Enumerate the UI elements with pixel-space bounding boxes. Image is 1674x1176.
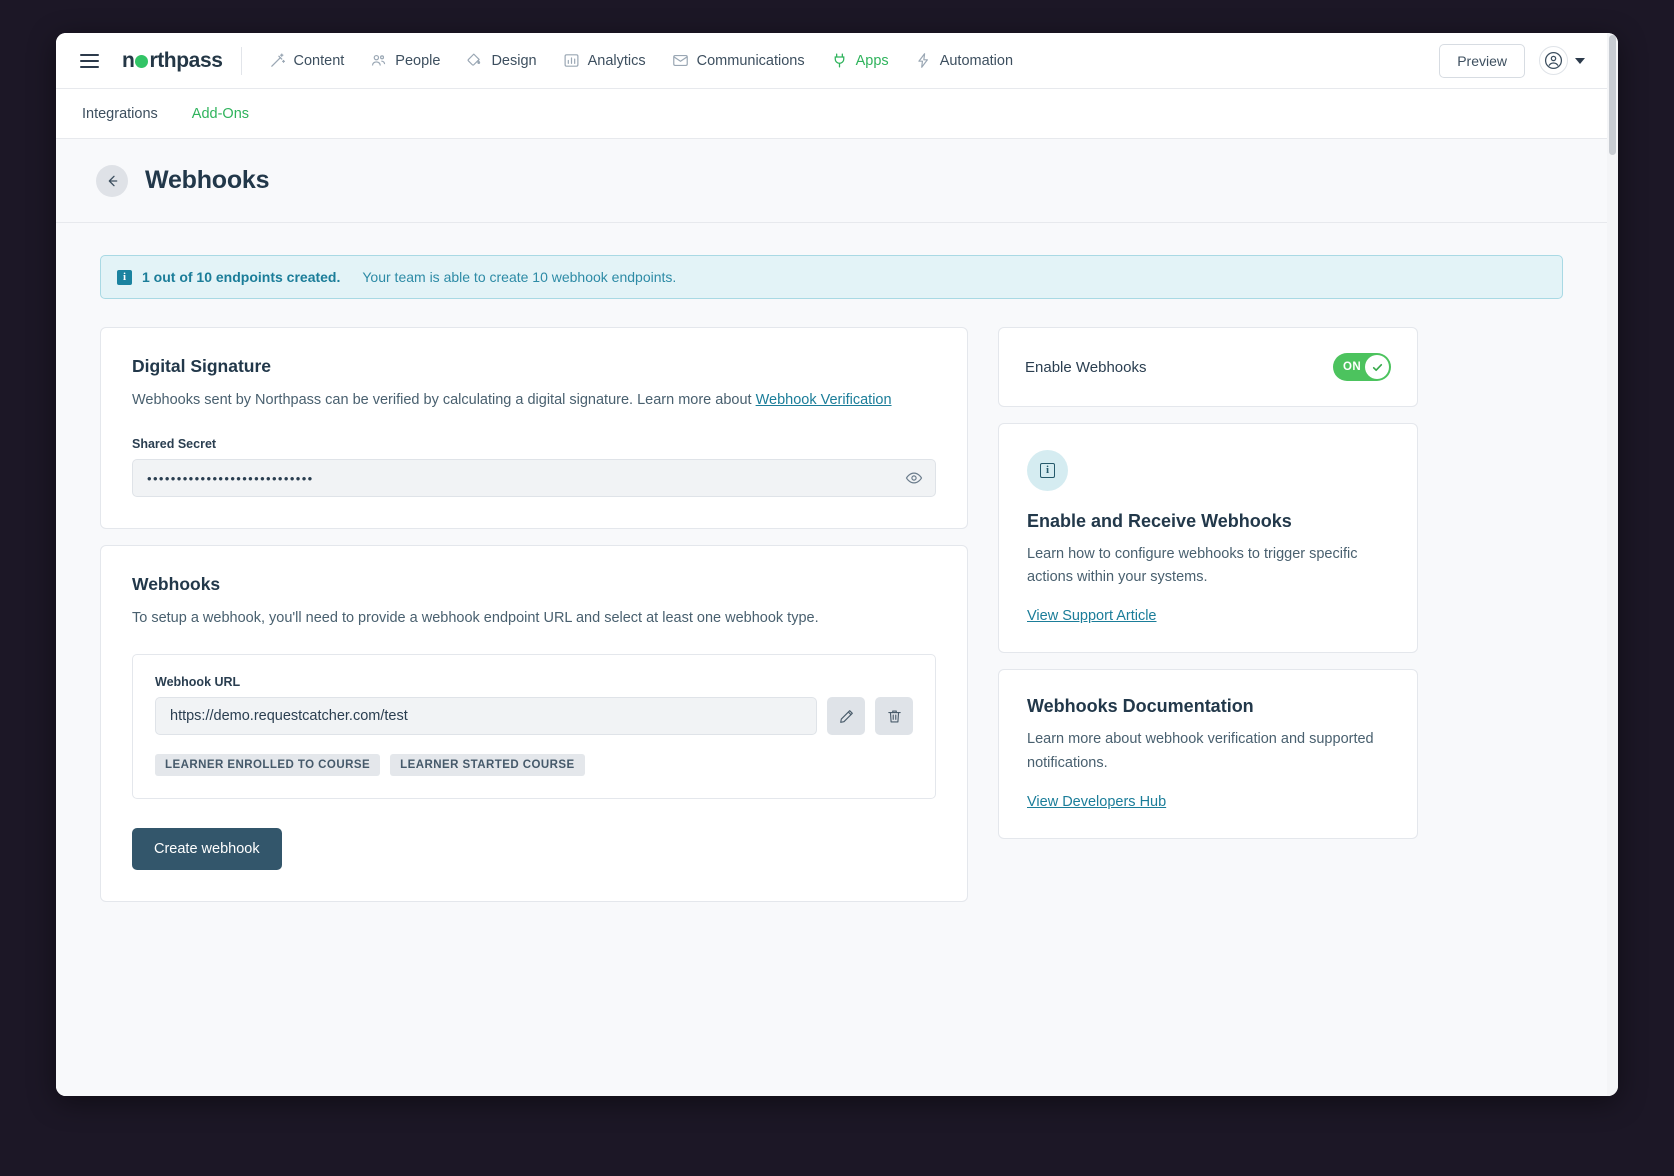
nav-items: Content People [258, 44, 1025, 77]
card-gap [998, 407, 1418, 423]
nav-item-label: Analytics [588, 53, 646, 69]
nav-item-label: Design [491, 53, 536, 69]
digital-signature-description-text: Webhooks sent by Northpass can be verifi… [132, 392, 756, 408]
nav-item-content[interactable]: Content [258, 44, 356, 77]
subnav-item-integrations[interactable]: Integrations [82, 106, 158, 122]
webhook-entry: Webhook URL https://demo.requestcatcher.… [132, 654, 936, 799]
nav-item-analytics[interactable]: Analytics [552, 44, 657, 77]
shared-secret-label: Shared Secret [132, 437, 936, 451]
nav-item-label: People [395, 53, 440, 69]
nav-divider [241, 47, 242, 75]
banner-text: Your team is able to create 10 webhook e… [362, 269, 676, 285]
people-icon [370, 52, 387, 69]
topnav-right-group: Preview [1439, 44, 1585, 78]
enable-webhooks-toggle[interactable]: ON [1333, 353, 1391, 381]
info-card-description: Learn how to configure webhooks to trigg… [1027, 543, 1389, 589]
northpass-logo[interactable]: n rthpass [122, 49, 223, 73]
check-icon [1371, 361, 1384, 374]
screen: n rthpass Content [0, 0, 1674, 1176]
webhook-type-tags: LEARNER ENROLLED TO COURSE LEARNER START… [155, 754, 913, 776]
webhooks-card: Webhooks To setup a webhook, you'll need… [100, 545, 968, 902]
left-column: Digital Signature Webhooks sent by North… [100, 327, 968, 902]
create-webhook-button[interactable]: Create webhook [132, 828, 282, 870]
nav-item-apps[interactable]: Apps [820, 44, 900, 77]
scrollbar-thumb[interactable] [1609, 35, 1616, 155]
user-avatar-icon [1539, 46, 1568, 75]
enable-webhooks-card: Enable Webhooks ON [998, 327, 1418, 407]
subnav-item-add-ons[interactable]: Add-Ons [192, 106, 249, 122]
trash-icon [886, 708, 903, 725]
info-icon: i [117, 270, 132, 285]
window-content: n rthpass Content [56, 33, 1607, 1096]
info-card-title: Webhooks Documentation [1027, 696, 1389, 717]
brand-text-post: rthpass [149, 49, 222, 73]
back-button[interactable] [96, 165, 128, 197]
edit-webhook-button[interactable] [827, 697, 865, 735]
nav-item-label: Automation [940, 53, 1013, 69]
digital-signature-title: Digital Signature [132, 356, 936, 377]
enable-receive-webhooks-card: i Enable and Receive Webhooks Learn how … [998, 423, 1418, 653]
sub-navigation-bar: Integrations Add-Ons [56, 89, 1607, 139]
window-scrollbar[interactable] [1607, 33, 1618, 1096]
arrow-left-icon [104, 173, 120, 189]
eye-icon[interactable] [905, 469, 923, 487]
nav-item-design[interactable]: Design [455, 44, 547, 77]
webhook-verification-link[interactable]: Webhook Verification [756, 392, 892, 408]
brand-text-pre: n [122, 49, 134, 73]
shared-secret-value: •••••••••••••••••••••••••••• [147, 471, 314, 486]
nav-item-label: Content [294, 53, 345, 69]
enable-webhooks-label: Enable Webhooks [1025, 359, 1146, 376]
webhook-url-label: Webhook URL [155, 675, 913, 689]
webhook-url-row: https://demo.requestcatcher.com/test [155, 697, 913, 735]
page-title: Webhooks [145, 166, 269, 195]
toggle-knob [1365, 355, 1389, 379]
page-body: i 1 out of 10 endpoints created. Your te… [56, 223, 1607, 1096]
nav-item-people[interactable]: People [359, 44, 451, 77]
card-gap [998, 653, 1418, 669]
info-card-description: Learn more about webhook verification an… [1027, 728, 1389, 774]
digital-signature-description: Webhooks sent by Northpass can be verifi… [132, 390, 936, 411]
hamburger-menu-icon[interactable] [80, 49, 104, 73]
digital-signature-card: Digital Signature Webhooks sent by North… [100, 327, 968, 529]
webhooks-description: To setup a webhook, you'll need to provi… [132, 608, 936, 629]
webhook-tag: LEARNER STARTED COURSE [390, 754, 585, 776]
toggle-state-label: ON [1343, 361, 1361, 373]
shared-secret-row: •••••••••••••••••••••••••••• [132, 459, 936, 497]
account-menu[interactable] [1539, 46, 1585, 75]
paint-bucket-icon [466, 52, 483, 69]
plug-icon [831, 52, 848, 69]
info-square-icon: i [1027, 450, 1068, 491]
shared-secret-input[interactable]: •••••••••••••••••••••••••••• [132, 459, 936, 497]
endpoints-info-banner: i 1 out of 10 endpoints created. Your te… [100, 255, 1563, 299]
content-columns: Digital Signature Webhooks sent by North… [100, 327, 1563, 902]
pencil-icon [838, 708, 855, 725]
nav-item-communications[interactable]: Communications [661, 44, 816, 77]
lightning-icon [915, 52, 932, 69]
card-gap [100, 529, 968, 545]
webhooks-title: Webhooks [132, 574, 936, 595]
nav-item-label: Communications [697, 53, 805, 69]
banner-strong-text: 1 out of 10 endpoints created. [142, 269, 340, 285]
brand-dot-icon [135, 55, 148, 68]
info-glyph: i [1040, 463, 1055, 478]
magic-wand-icon [269, 52, 286, 69]
webhooks-documentation-card: Webhooks Documentation Learn more about … [998, 669, 1418, 838]
page-header: Webhooks [56, 139, 1607, 223]
envelope-icon [672, 52, 689, 69]
nav-item-label: Apps [856, 53, 889, 69]
bar-chart-icon [563, 52, 580, 69]
webhook-url-input[interactable]: https://demo.requestcatcher.com/test [155, 697, 817, 735]
delete-webhook-button[interactable] [875, 697, 913, 735]
view-developers-hub-link[interactable]: View Developers Hub [1027, 794, 1166, 810]
preview-button[interactable]: Preview [1439, 44, 1525, 78]
chevron-down-icon [1575, 58, 1585, 64]
right-column: Enable Webhooks ON [998, 327, 1418, 902]
view-support-article-link[interactable]: View Support Article [1027, 608, 1157, 624]
webhook-tag: LEARNER ENROLLED TO COURSE [155, 754, 380, 776]
nav-item-automation[interactable]: Automation [904, 44, 1024, 77]
app-window: n rthpass Content [56, 33, 1618, 1096]
top-navigation-bar: n rthpass Content [56, 33, 1607, 89]
info-card-title: Enable and Receive Webhooks [1027, 511, 1389, 532]
